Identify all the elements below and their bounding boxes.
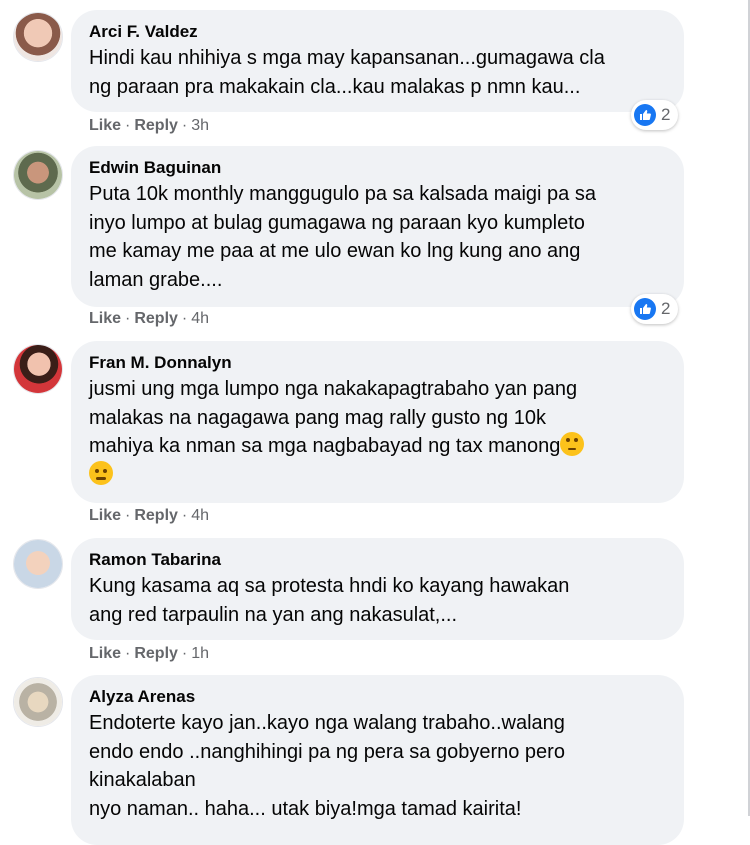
comment-text: Puta 10k monthly manggugulo pa sa kalsad… bbox=[89, 180, 666, 294]
avatar[interactable] bbox=[13, 12, 63, 62]
comment-line: inyo lumpo at bulag gumagawa ng paraan k… bbox=[89, 211, 585, 234]
comment-actions: Like · Reply · 4h bbox=[89, 310, 210, 327]
like-button[interactable]: Like bbox=[89, 645, 121, 662]
like-icon bbox=[634, 104, 656, 126]
comment-line: malakas na nagagawa pang mag rally gusto… bbox=[89, 406, 546, 429]
comment-line: nyo naman.. haha... utak biya!mga tamad … bbox=[89, 797, 522, 820]
avatar[interactable] bbox=[13, 344, 63, 394]
reply-button[interactable]: Reply bbox=[134, 310, 178, 327]
comment-line: Endoterte kayo jan..kayo nga walang trab… bbox=[89, 712, 565, 734]
reaction-count-number: 2 bbox=[661, 299, 671, 318]
comment-line: me kamay me paa at me ulo ewan ko lng ku… bbox=[89, 240, 581, 262]
like-button[interactable]: Like bbox=[89, 507, 121, 524]
comment-text: jusmi ung mga lumpo nga nakakapagtrabaho… bbox=[89, 375, 666, 489]
comment-author[interactable]: Alyza Arenas bbox=[89, 685, 666, 709]
reaction-count[interactable]: 2 bbox=[631, 100, 679, 130]
comment-time[interactable]: 1h bbox=[191, 645, 209, 662]
comment-text: Hindi kau nhihiya s mga may kapansanan..… bbox=[89, 44, 666, 101]
comment-bubble: Arci F. Valdez Hindi kau nhihiya s mga m… bbox=[71, 10, 684, 112]
reaction-count[interactable]: 2 bbox=[631, 294, 679, 324]
comment-line: Hindi kau nhihiya s mga may kapansanan..… bbox=[89, 47, 605, 69]
reply-button[interactable]: Reply bbox=[134, 507, 178, 524]
reply-button[interactable]: Reply bbox=[134, 117, 178, 134]
comment-line: ang red tarpaulin na yan ang nakasulat,.… bbox=[89, 603, 458, 626]
comment-author[interactable]: Fran M. Donnalyn bbox=[89, 351, 666, 375]
avatar[interactable] bbox=[13, 677, 63, 727]
comment-bubble: Ramon Tabarina Kung kasama aq sa protest… bbox=[71, 538, 684, 640]
reply-button[interactable]: Reply bbox=[134, 645, 178, 662]
comment-bubble: Alyza Arenas Endoterte kayo jan..kayo ng… bbox=[71, 675, 684, 845]
comment-author[interactable]: Arci F. Valdez bbox=[89, 20, 666, 44]
comment-time[interactable]: 4h bbox=[191, 507, 209, 524]
like-button[interactable]: Like bbox=[89, 117, 121, 134]
comment-line: Kung kasama aq sa protesta hndi ko kayan… bbox=[89, 575, 570, 597]
comment-line: endo endo ..nanghihingi pa ng pera sa go… bbox=[89, 740, 565, 763]
avatar[interactable] bbox=[13, 150, 63, 200]
comment-line: Puta 10k monthly manggugulo pa sa kalsad… bbox=[89, 183, 596, 205]
comment-bubble: Edwin Baguinan Puta 10k monthly manggugu… bbox=[71, 146, 684, 307]
comment-time[interactable]: 4h bbox=[191, 310, 209, 327]
worried-face-emoji bbox=[89, 460, 113, 485]
comment-line: kinakalaban bbox=[89, 769, 196, 791]
comment-line: ng paraan pra makakain cla...kau malakas… bbox=[89, 75, 581, 98]
comment-line: laman grabe.... bbox=[89, 268, 223, 291]
like-icon bbox=[634, 298, 656, 320]
avatar[interactable] bbox=[13, 539, 63, 589]
comment-actions: Like · Reply · 4h bbox=[89, 507, 210, 524]
reaction-count-number: 2 bbox=[661, 105, 671, 124]
comment-actions: Like · Reply · 1h bbox=[89, 645, 210, 662]
comment-text: Endoterte kayo jan..kayo nga walang trab… bbox=[89, 709, 666, 823]
comment-author[interactable]: Ramon Tabarina bbox=[89, 548, 666, 572]
comment-time[interactable]: 3h bbox=[191, 117, 209, 134]
comment-text: Kung kasama aq sa protesta hndi ko kayan… bbox=[89, 572, 666, 629]
comment-line: mahiya ka nman sa mga nagbabayad ng tax … bbox=[89, 435, 561, 457]
comment-line: jusmi ung mga lumpo nga nakakapagtrabaho… bbox=[89, 378, 578, 400]
comment-bubble: Fran M. Donnalyn jusmi ung mga lumpo nga… bbox=[71, 341, 684, 503]
like-button[interactable]: Like bbox=[89, 310, 121, 327]
comment-actions: Like · Reply · 3h bbox=[89, 117, 210, 134]
comment-author[interactable]: Edwin Baguinan bbox=[89, 156, 666, 180]
eye-roll-emoji bbox=[560, 432, 585, 456]
